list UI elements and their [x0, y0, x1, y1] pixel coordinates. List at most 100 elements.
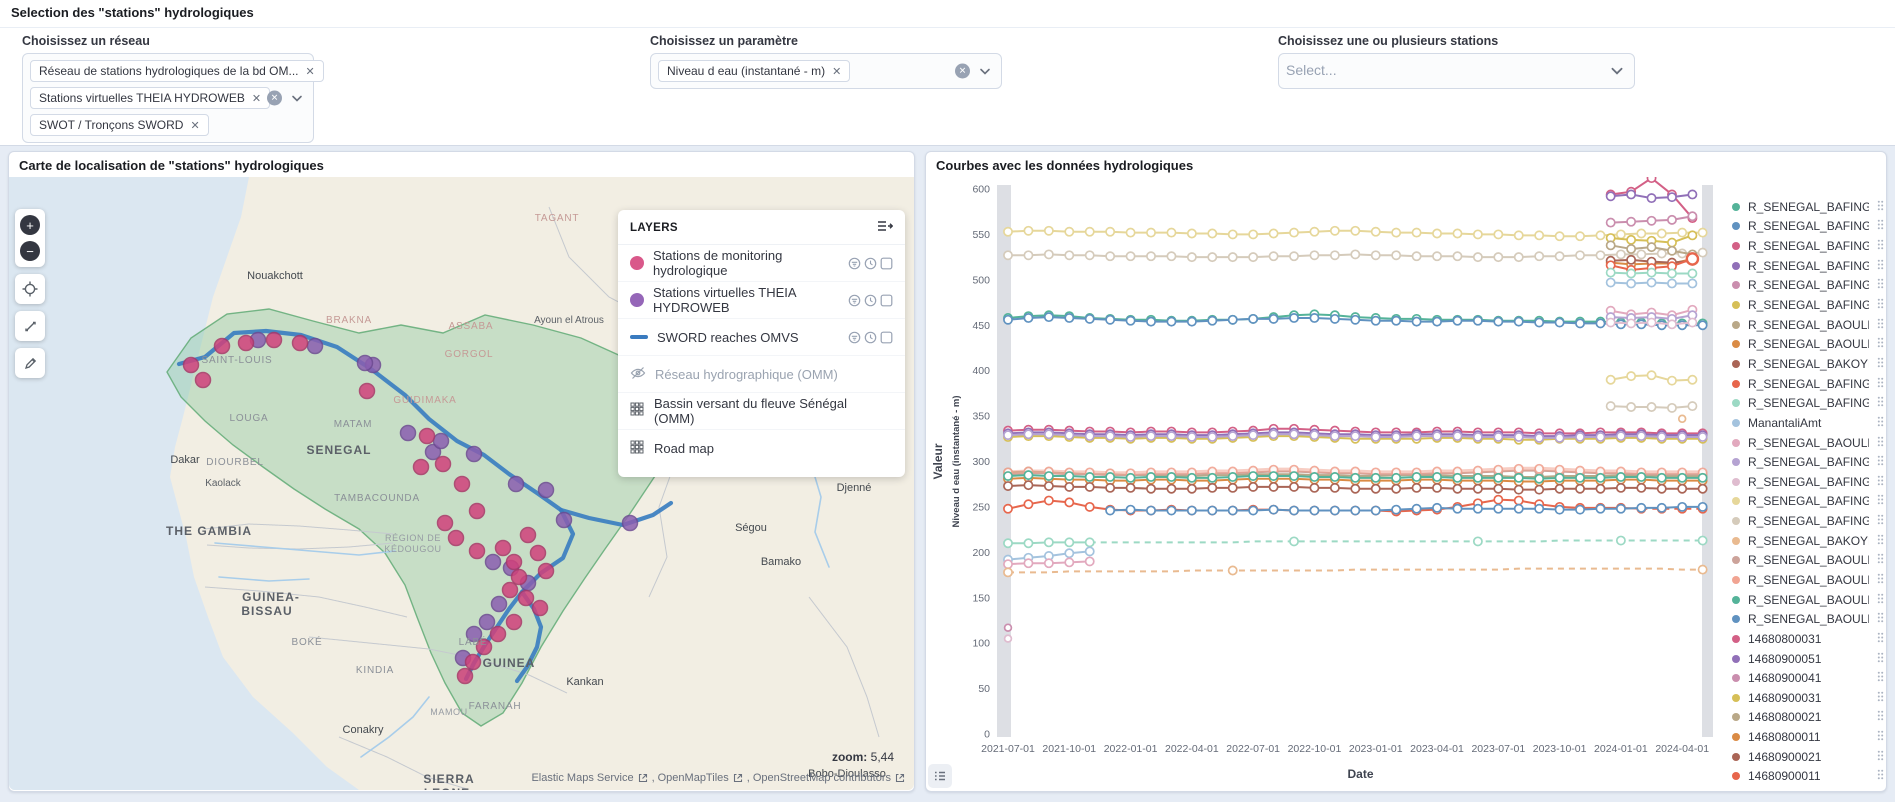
drag-handle-icon[interactable] — [1877, 551, 1884, 569]
pink-station-marker[interactable] — [466, 655, 481, 670]
drag-handle-icon[interactable] — [1877, 276, 1884, 294]
stations-select[interactable]: Select... — [1278, 53, 1635, 89]
drag-handle-icon[interactable] — [1877, 787, 1884, 789]
legend-item[interactable]: R_SENEGAL_BAFING_... — [1732, 236, 1884, 256]
drag-handle-icon[interactable] — [1877, 571, 1884, 589]
drag-handle-icon[interactable] — [1877, 767, 1884, 785]
pink-station-marker[interactable] — [267, 333, 282, 348]
legend-item[interactable]: R_SENEGAL_BAFING_... — [1732, 393, 1884, 413]
legend-item[interactable]: R_SENEGAL_BAKOYE_... — [1732, 531, 1884, 551]
legend-item[interactable]: R_SENEGAL_BAFING_... — [1732, 256, 1884, 276]
purple-station-marker[interactable] — [434, 434, 449, 449]
map-zoom-out-button[interactable]: − — [20, 241, 40, 261]
purple-station-marker[interactable] — [486, 555, 501, 570]
purple-station-marker[interactable] — [358, 356, 373, 371]
drag-handle-icon[interactable] — [1877, 728, 1884, 746]
reseau-combobox[interactable]: Réseau de stations hydrologiques de la b… — [22, 53, 314, 143]
drag-handle-icon[interactable] — [1877, 375, 1884, 393]
purple-station-marker[interactable] — [509, 477, 524, 492]
pink-station-marker[interactable] — [521, 528, 536, 543]
chart-canvas[interactable]: 0501001502002503003504004505005506002021… — [926, 177, 1731, 790]
legend-item[interactable]: 14680900031 — [1732, 688, 1884, 708]
map-tools-button[interactable] — [15, 348, 45, 378]
purple-station-marker[interactable] — [480, 615, 495, 630]
drag-handle-icon[interactable] — [1877, 257, 1884, 275]
pink-station-marker[interactable] — [507, 615, 522, 630]
remove-tag-icon[interactable]: ✕ — [190, 119, 199, 132]
map-zoom-in-button[interactable]: + — [20, 215, 40, 235]
pink-station-marker[interactable] — [539, 564, 554, 579]
drag-handle-icon[interactable] — [1877, 748, 1884, 766]
pink-station-marker[interactable] — [293, 336, 308, 351]
pink-station-marker[interactable] — [470, 504, 485, 519]
pink-station-marker[interactable] — [196, 373, 211, 388]
checkbox-icon[interactable] — [880, 294, 893, 307]
purple-station-marker[interactable] — [492, 597, 507, 612]
purple-station-marker[interactable] — [623, 516, 638, 531]
pink-station-marker[interactable] — [519, 591, 534, 606]
drag-handle-icon[interactable] — [1877, 198, 1884, 216]
purple-station-marker[interactable] — [401, 426, 416, 441]
pink-station-marker[interactable] — [458, 669, 473, 684]
layer-row-2[interactable]: Stations virtuelles THEIA HYDROWEB — [618, 282, 905, 319]
pink-station-marker[interactable] — [470, 544, 485, 559]
drag-handle-icon[interactable] — [1877, 610, 1884, 628]
legend-item[interactable]: 14680900011 — [1732, 767, 1884, 787]
legend-item[interactable]: 14680900041 — [1732, 668, 1884, 688]
pink-station-marker[interactable] — [184, 358, 199, 373]
map-locate-button[interactable] — [15, 274, 45, 304]
drag-handle-icon[interactable] — [1877, 296, 1884, 314]
pink-station-marker[interactable] — [360, 384, 375, 399]
pink-station-marker[interactable] — [449, 531, 464, 546]
legend-item[interactable]: 14680900021 — [1732, 747, 1884, 767]
legend-item[interactable]: 14680800031 — [1732, 629, 1884, 649]
legend-item[interactable]: 14680800021 — [1732, 708, 1884, 728]
pink-station-marker[interactable] — [420, 429, 435, 444]
selected-option-tag[interactable]: Stations virtuelles THEIA HYDROWEB✕ — [30, 87, 270, 109]
legend-item[interactable]: R_SENEGAL_BAOULE_... — [1732, 570, 1884, 590]
drag-handle-icon[interactable] — [1877, 492, 1884, 510]
drag-handle-icon[interactable] — [1877, 335, 1884, 353]
drag-handle-icon[interactable] — [1877, 650, 1884, 668]
legend-item[interactable]: 14680800011 — [1732, 727, 1884, 747]
legend-toggle-button[interactable] — [928, 764, 952, 788]
collapse-panel-icon[interactable] — [877, 219, 893, 236]
pink-station-marker[interactable] — [414, 460, 429, 475]
layer-row-6[interactable]: Road map — [618, 430, 905, 467]
drag-handle-icon[interactable] — [1877, 453, 1884, 471]
legend-item[interactable]: R_SENEGAL_BAFING_... — [1732, 492, 1884, 512]
legend-item[interactable]: R_SENEGAL_BAOULE_... — [1732, 315, 1884, 335]
pink-station-marker[interactable] — [512, 570, 527, 585]
legend-item[interactable]: R_SENEGAL_BAFING_... — [1732, 295, 1884, 315]
remove-tag-icon[interactable]: ✕ — [306, 65, 315, 78]
pink-station-marker[interactable] — [491, 627, 506, 642]
drag-handle-icon[interactable] — [1877, 237, 1884, 255]
purple-station-marker[interactable] — [557, 513, 572, 528]
pink-station-marker[interactable] — [531, 546, 546, 561]
purple-station-marker[interactable] — [539, 483, 554, 498]
attribution-link[interactable]: OpenMapTiles — [658, 772, 729, 784]
pink-station-marker[interactable] — [533, 601, 548, 616]
pink-station-marker[interactable] — [496, 541, 511, 556]
attribution-link[interactable]: Elastic Maps Service — [531, 772, 633, 784]
legend-item[interactable]: R_SENEGAL_BAOULE_... — [1732, 334, 1884, 354]
chevron-down-icon[interactable] — [978, 64, 992, 78]
parametre-combobox[interactable]: Niveau d eau (instantané - m)✕ ✕ — [650, 53, 1002, 89]
legend-item[interactable]: R_SENEGAL_BAOULE_... — [1732, 609, 1884, 629]
legend-item[interactable]: ManantaliAmt — [1732, 413, 1884, 433]
legend-item[interactable]: R_SENEGAL_BAOULE_... — [1732, 551, 1884, 571]
legend-item[interactable]: R_SENEGAL_BAFING_... — [1732, 452, 1884, 472]
purple-station-marker[interactable] — [467, 447, 482, 462]
drag-handle-icon[interactable] — [1877, 532, 1884, 550]
pink-station-marker[interactable] — [239, 336, 254, 351]
remove-tag-icon[interactable]: ✕ — [252, 92, 261, 105]
drag-handle-icon[interactable] — [1877, 591, 1884, 609]
clock-icon[interactable] — [864, 294, 877, 307]
checkbox-icon[interactable] — [880, 331, 893, 344]
pink-station-marker[interactable] — [503, 583, 518, 598]
drag-handle-icon[interactable] — [1877, 316, 1884, 334]
filter-icon[interactable] — [848, 257, 861, 270]
layer-row-3[interactable]: SWORD reaches OMVS — [618, 319, 905, 356]
map-fit-bounds-button[interactable] — [15, 311, 45, 341]
drag-handle-icon[interactable] — [1877, 217, 1884, 235]
